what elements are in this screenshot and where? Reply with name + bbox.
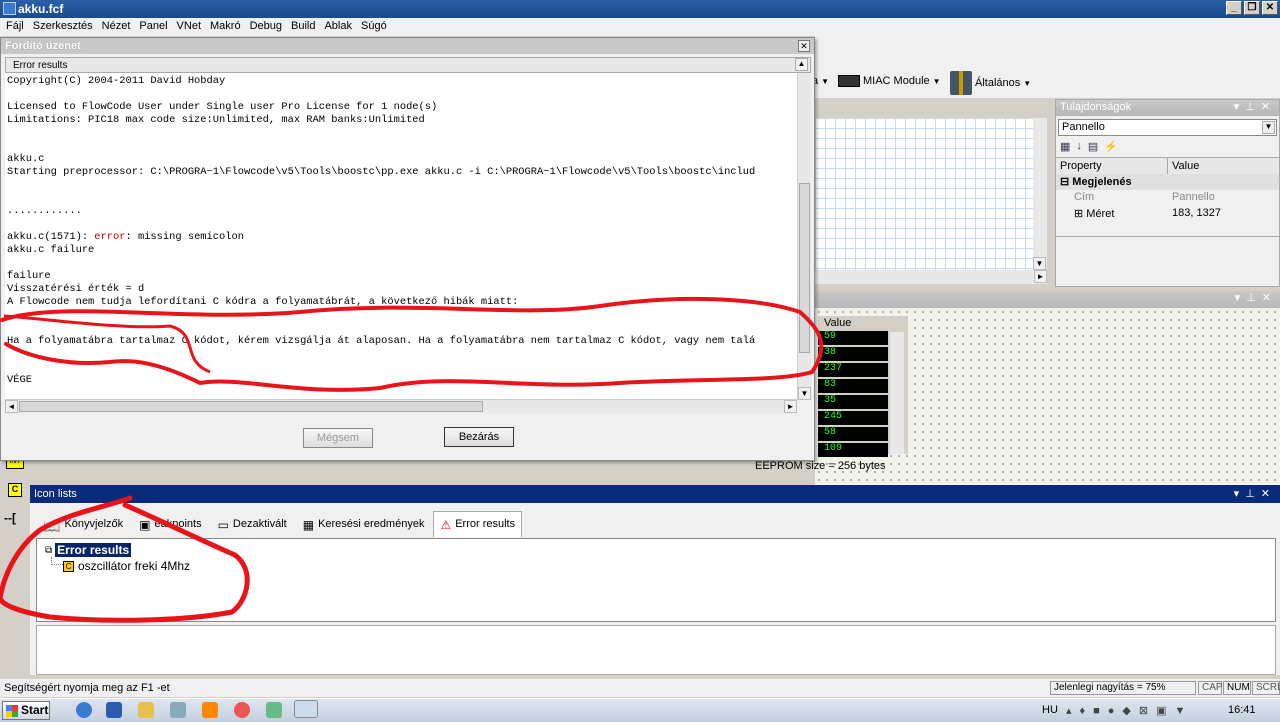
num-indicator: NUM [1223,681,1251,695]
start-button[interactable]: Start [2,701,50,720]
status-help-text: Segítségért nyomja meg az F1 -et [4,682,170,694]
caps-indicator: CAP [1198,681,1223,695]
app-icon-generic[interactable] [266,702,282,718]
ie-icon[interactable] [76,702,92,718]
start-label: Start [21,703,49,717]
annotation-loop-tree [0,495,250,623]
windows-logo-icon [6,705,18,717]
scroll-lock-indicator: SCRL [1252,681,1280,695]
red-annotation-overlay [0,296,824,623]
flowcode-taskbar-icon[interactable] [294,700,318,718]
clock[interactable]: 16:41 [1228,704,1256,716]
zoom-indicator: Jelenlegi nagyítás = 75% [1050,681,1196,695]
system-tray-icons[interactable]: ▴♦■●◆⊠▣▼ [1066,704,1193,717]
calculator-icon[interactable] [170,702,186,718]
language-indicator[interactable]: HU [1042,704,1058,716]
annotation-loop-output [0,296,824,392]
folder-icon[interactable] [138,702,154,718]
media-player-icon[interactable] [202,702,218,718]
save-icon[interactable] [106,702,122,718]
firefox-icon[interactable] [234,702,250,718]
